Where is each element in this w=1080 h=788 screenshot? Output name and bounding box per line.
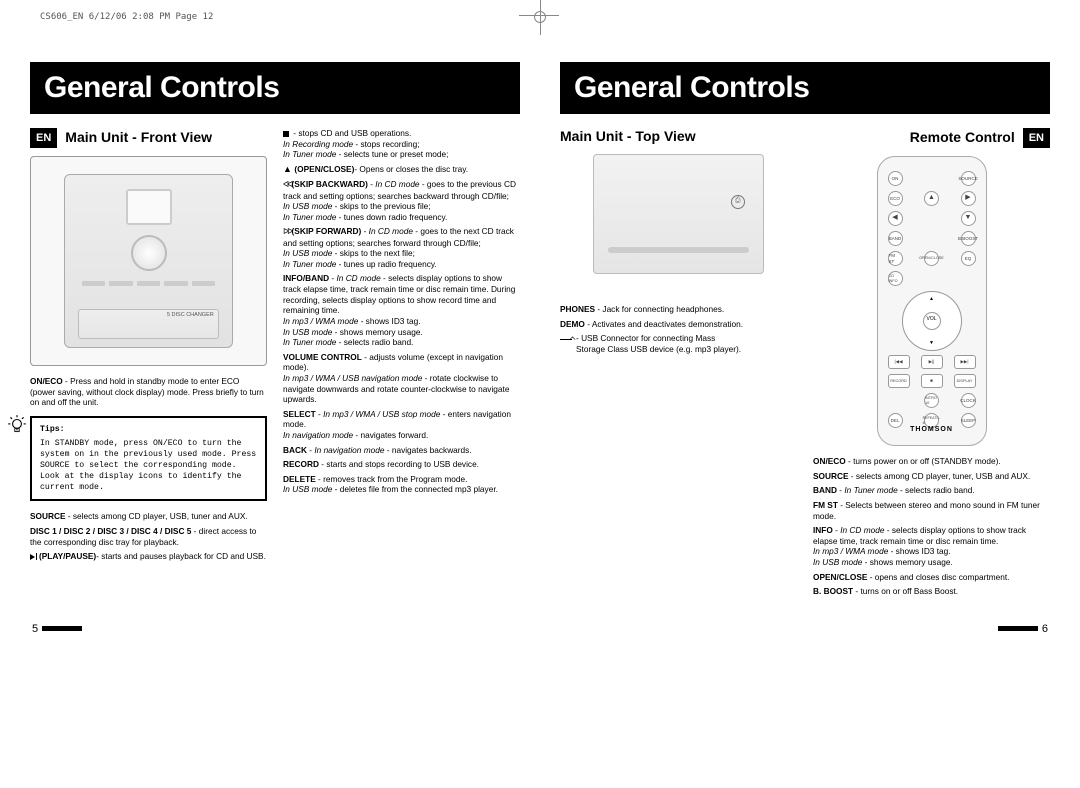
label-delete: DELETE	[283, 474, 316, 484]
label-select: SELECT	[283, 409, 316, 419]
usb-port-icon: ⎙	[731, 195, 745, 209]
label-on-eco: ON/ECO	[30, 376, 63, 386]
label-demo: DEMO	[560, 319, 585, 329]
label-rc-oneco: ON/ECO	[813, 456, 846, 466]
remote-heading: Remote Control	[910, 129, 1015, 147]
right-page-col-2: Remote Control EN ON SOURCE ECO ▲ ▶ ◀	[813, 128, 1050, 601]
label-skipback: (SKIP BACKWARD)	[292, 179, 368, 189]
remote-btn-prev: |◀◀	[888, 355, 910, 369]
remote-btn-stop: ■	[921, 374, 943, 388]
remote-brand-label: THOMSON	[878, 426, 986, 435]
label-volume: VOLUME CONTROL	[283, 352, 362, 362]
label-discs: DISC 1 / DISC 2 / DISC 3 / DISC 4 / DISC…	[30, 526, 191, 536]
label-rc-fmst: FM ST	[813, 500, 838, 510]
section-title-bar: General Controls	[560, 62, 1050, 114]
language-badge: EN	[1023, 128, 1050, 148]
right-page-col-1: Main Unit - Top View ⎙ PHONES - Jack for…	[560, 128, 797, 601]
label-record: RECORD	[283, 459, 319, 469]
document-spread: General Controls EN Main Unit - Front Vi…	[30, 62, 1050, 601]
remote-vol-dpad: ▲ VOL ▼	[902, 291, 962, 351]
remote-btn-on: ON	[888, 171, 903, 186]
remote-btn-fmst: FM ST	[888, 251, 903, 266]
section-title: General Controls	[574, 71, 809, 105]
pause-icon	[36, 553, 37, 560]
label-phones: PHONES	[560, 304, 595, 314]
remote-btn-record: RECORD	[888, 374, 910, 388]
tips-title: Tips:	[40, 424, 259, 435]
label-openclose: (OPEN/CLOSE)	[294, 164, 354, 174]
eject-icon: ▲	[283, 164, 294, 174]
label-rc-source: SOURCE	[813, 471, 849, 481]
label-skipfwd: (SKIP FORWARD)	[292, 226, 362, 236]
label-source: SOURCE	[30, 511, 66, 521]
remote-btn-display: DISPLAY	[954, 374, 976, 388]
remote-control-illustration: ON SOURCE ECO ▲ ▶ ◀ ▼ BAND B.BOOST	[877, 156, 987, 446]
label-rc-openclose: OPEN/CLOSE	[813, 572, 867, 582]
crop-mark-icon	[534, 10, 546, 27]
page-number-6: 6	[994, 623, 1048, 635]
remote-btn-band: BAND	[888, 231, 903, 246]
lightbulb-icon	[6, 414, 28, 436]
page-left: General Controls EN Main Unit - Front Vi…	[30, 62, 520, 601]
remote-btn-source: SOURCE	[961, 171, 976, 186]
left-page-col-2: - stops CD and USB operations. In Record…	[283, 128, 520, 566]
remote-btn-up: ▲	[924, 191, 939, 206]
disc-changer-label: 5 DISC CHANGER	[78, 309, 218, 339]
remote-btn-cdinfo: CD INFO	[888, 271, 903, 286]
stop-icon	[283, 131, 289, 137]
page-right: General Controls Main Unit - Top View ⎙ …	[560, 62, 1050, 601]
remote-btn-next: ▶▶|	[954, 355, 976, 369]
label-back: BACK	[283, 445, 307, 455]
tips-box: Tips: In STANDBY mode, press ON/ECO to t…	[30, 416, 267, 501]
remote-btn-playpause: ▶||	[921, 355, 943, 369]
main-unit-top-illustration: ⎙	[560, 154, 797, 294]
top-view-heading: Main Unit - Top View	[560, 128, 696, 144]
skip-fwd-icon: ᐅᐅ	[283, 227, 292, 236]
language-badge: EN	[30, 128, 57, 148]
front-view-heading: Main Unit - Front View	[65, 129, 212, 147]
tips-body: In STANDBY mode, press ON/ECO to turn th…	[40, 438, 259, 493]
left-page-col-1: EN Main Unit - Front View 5 DISC CHANGER…	[30, 128, 267, 566]
play-icon	[30, 554, 35, 560]
section-title-bar: General Controls	[30, 62, 520, 114]
remote-btn-intro: INTRO 10	[924, 393, 939, 408]
label-playpause: (PLAY/PAUSE)	[39, 551, 96, 561]
remote-btn-eq: EQ	[961, 251, 976, 266]
remote-btn-clock: CLOCK	[961, 393, 976, 408]
remote-btn-right: ▶	[961, 191, 976, 206]
label-rc-info: INFO	[813, 525, 833, 535]
main-unit-front-illustration: 5 DISC CHANGER	[30, 156, 267, 366]
remote-btn-down: ▼	[961, 211, 976, 226]
remote-btn-eco: ECO	[888, 191, 903, 206]
label-infoband: INFO/BAND	[283, 273, 329, 283]
section-title: General Controls	[44, 71, 279, 105]
remote-btn-bboost: B.BOOST	[961, 231, 976, 246]
label-rc-bboost: B. BOOST	[813, 586, 853, 596]
label-rc-band: BAND	[813, 485, 837, 495]
remote-btn-openclose: OPEN/CLOSE	[924, 251, 939, 266]
skip-back-icon: ᐊᐊ	[283, 180, 292, 189]
page-number-5: 5	[32, 623, 86, 635]
remote-btn-left: ◀	[888, 211, 903, 226]
usb-icon	[560, 335, 574, 345]
